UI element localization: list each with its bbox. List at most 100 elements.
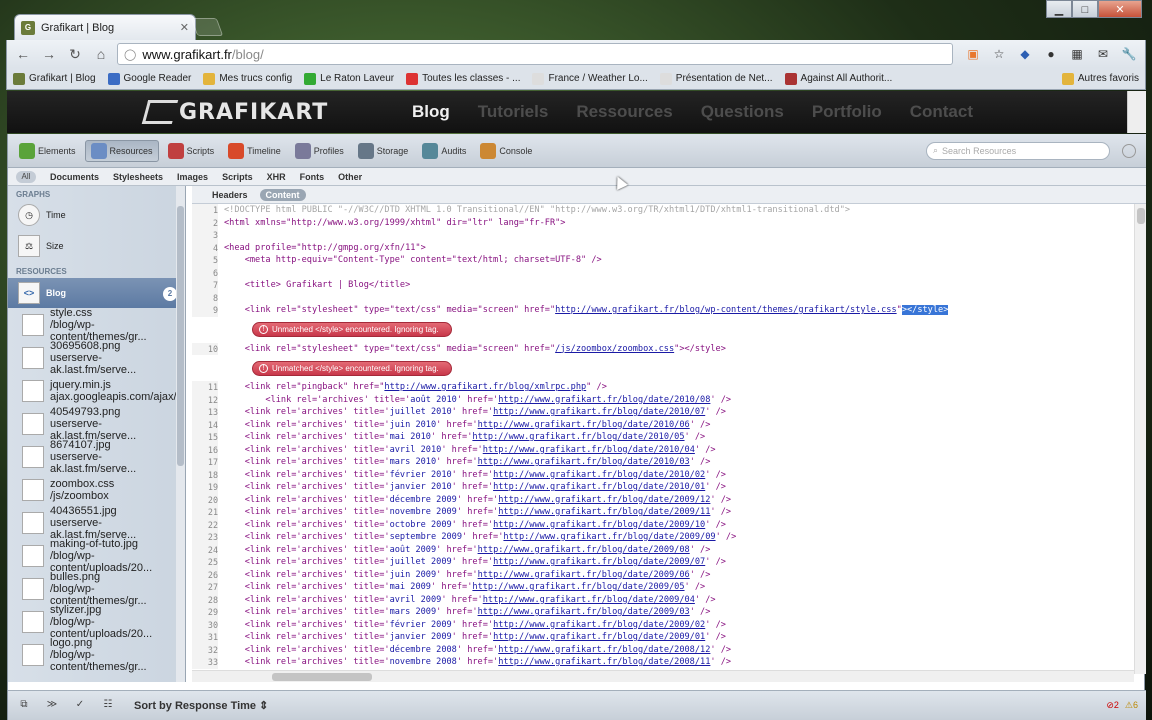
- rss-icon[interactable]: ▣: [963, 44, 983, 64]
- search-resources-input[interactable]: ⌕ Search Resources: [926, 141, 1110, 160]
- filter-documents[interactable]: Documents: [50, 172, 99, 182]
- bookmark-item[interactable]: Le Raton Laveur: [304, 72, 394, 85]
- close-tab-icon[interactable]: ✕: [180, 21, 189, 34]
- archive-link[interactable]: http://www.grafikart.fr/blog/date/2009/0…: [472, 582, 684, 592]
- archive-link[interactable]: http://www.grafikart.fr/blog/date/2009/1…: [498, 495, 710, 505]
- nav-link-questions[interactable]: Questions: [701, 102, 784, 122]
- reload-icon[interactable]: ↻: [65, 44, 85, 64]
- archive-link[interactable]: http://www.grafikart.fr/blog/date/2009/0…: [478, 570, 690, 580]
- bookmark-item[interactable]: Présentation de Net...: [659, 72, 773, 85]
- archive-link[interactable]: http://www.grafikart.fr/blog/date/2010/0…: [493, 482, 705, 492]
- bookmark-item[interactable]: Mes trucs config: [203, 72, 292, 85]
- bookmark-item[interactable]: Google Reader: [107, 72, 191, 85]
- resource-item-blog[interactable]: <> Blog 2: [8, 278, 185, 308]
- home-icon[interactable]: ⌂: [91, 44, 111, 64]
- panel-tab-console[interactable]: Console: [475, 140, 537, 162]
- stylesheet-link[interactable]: http://www.grafikart.fr/blog/wp-content/…: [555, 305, 896, 315]
- filter-all-button[interactable]: All: [16, 170, 36, 183]
- devtools-close-icon[interactable]: [1122, 143, 1136, 158]
- archive-link[interactable]: http://www.grafikart.fr/blog/date/2010/0…: [478, 457, 690, 467]
- page-scrollbar[interactable]: [1127, 91, 1146, 133]
- source-vertical-scrollbar[interactable]: [1134, 204, 1146, 674]
- address-bar[interactable]: ◯ www.grafikart.fr/blog/: [117, 43, 953, 65]
- resource-item[interactable]: making-of-tuto.jpg/blog/wp-content/uploa…: [8, 538, 185, 574]
- sidebar-scroll-thumb[interactable]: [177, 206, 184, 466]
- resource-item[interactable]: 30695608.png userserve-ak.last.fm/serve..…: [8, 340, 185, 376]
- maximize-icon[interactable]: □: [1072, 0, 1098, 18]
- nav-link-blog[interactable]: Blog: [412, 102, 450, 122]
- pingback-link[interactable]: http://www.grafikart.fr/blog/xmlrpc.php: [384, 382, 586, 392]
- enable-resource-tracking-icon[interactable]: ✓: [72, 699, 88, 713]
- resource-item[interactable]: 40436551.jpg userserve-ak.last.fm/serve..…: [8, 505, 185, 541]
- nav-link-portfolio[interactable]: Portfolio: [812, 102, 882, 122]
- archive-link[interactable]: http://www.grafikart.fr/blog/date/2010/0…: [472, 432, 684, 442]
- panel-tab-timeline[interactable]: Timeline: [223, 140, 286, 162]
- filter-fonts[interactable]: Fonts: [300, 172, 325, 182]
- bookmark-item[interactable]: Toutes les classes - ...: [406, 72, 520, 85]
- extension-dark-icon[interactable]: ●: [1041, 44, 1061, 64]
- source-horizontal-scrollbar[interactable]: [192, 670, 1134, 682]
- filter-scripts[interactable]: Scripts: [222, 172, 253, 182]
- tab-content[interactable]: Content: [259, 188, 306, 201]
- nav-link-ressources[interactable]: Ressources: [576, 102, 672, 122]
- tab-headers[interactable]: Headers: [206, 189, 254, 201]
- archive-link[interactable]: http://www.grafikart.fr/blog/date/2010/0…: [493, 407, 705, 417]
- extension-icon[interactable]: ◆: [1015, 44, 1035, 64]
- bookmark-item[interactable]: France / Weather Lo...: [532, 72, 648, 85]
- nav-link-contact[interactable]: Contact: [910, 102, 973, 122]
- dock-icon[interactable]: ⧉: [16, 699, 32, 713]
- archive-link[interactable]: http://www.grafikart.fr/blog/date/2010/0…: [483, 445, 695, 455]
- bookmark-item[interactable]: Grafikart | Blog: [13, 72, 96, 85]
- vertical-scroll-thumb[interactable]: [1137, 208, 1145, 224]
- archive-link[interactable]: http://www.grafikart.fr/blog/date/2009/1…: [498, 507, 710, 517]
- filter-stylesheets[interactable]: Stylesheets: [113, 172, 163, 182]
- error-warning-counts[interactable]: ⊘2 ⚠6: [1106, 700, 1138, 711]
- wrench-icon[interactable]: 🔧: [1119, 44, 1139, 64]
- sidebar-scrollbar[interactable]: [176, 186, 185, 682]
- archive-link[interactable]: http://www.grafikart.fr/blog/date/2010/0…: [478, 420, 690, 430]
- stylesheet-link[interactable]: /js/zoombox/zoombox.css: [555, 344, 674, 354]
- filter-images[interactable]: Images: [177, 172, 208, 182]
- archive-link[interactable]: http://www.grafikart.fr/blog/date/2010/0…: [498, 395, 710, 405]
- console-toggle-icon[interactable]: ≫: [44, 699, 60, 713]
- forward-arrow-icon[interactable]: →: [39, 44, 59, 64]
- archive-link[interactable]: http://www.grafikart.fr/blog/date/2008/1…: [498, 645, 710, 655]
- mail-icon[interactable]: ✉: [1093, 44, 1113, 64]
- panel-tab-elements[interactable]: Elements: [14, 140, 81, 162]
- resource-item[interactable]: zoombox.css/js/zoombox: [8, 473, 185, 506]
- archive-link[interactable]: http://www.grafikart.fr/blog/date/2009/0…: [478, 545, 690, 555]
- panel-tab-audits[interactable]: Audits: [417, 140, 471, 162]
- nav-link-tutoriels[interactable]: Tutoriels: [478, 102, 549, 122]
- filter-xhr[interactable]: XHR: [267, 172, 286, 182]
- archive-link[interactable]: http://www.grafikart.fr/blog/date/2008/1…: [498, 657, 710, 667]
- site-logo[interactable]: GRAFIKART: [141, 100, 328, 125]
- extension-window-icon[interactable]: ▦: [1067, 44, 1087, 64]
- archive-link[interactable]: http://www.grafikart.fr/blog/date/2009/0…: [493, 557, 705, 567]
- resource-item[interactable]: stylizer.jpg/blog/wp-content/uploads/20.…: [8, 604, 185, 640]
- resource-item[interactable]: 8674107.jpg userserve-ak.last.fm/serve...: [8, 439, 185, 475]
- other-bookmarks[interactable]: Autres favoris: [1061, 72, 1139, 85]
- bookmark-item[interactable]: Against All Authorit...: [784, 72, 892, 85]
- minimize-icon[interactable]: ▁: [1046, 0, 1072, 18]
- source-view[interactable]: 1 <!DOCTYPE html PUBLIC "-//W3C//DTD XHTM…: [192, 204, 1134, 674]
- archive-link[interactable]: http://www.grafikart.fr/blog/date/2009/1…: [493, 520, 705, 530]
- resource-item[interactable]: style.css/blog/wp-content/themes/gr...: [8, 307, 185, 343]
- back-arrow-icon[interactable]: ←: [13, 44, 33, 64]
- close-window-icon[interactable]: ✕: [1098, 0, 1142, 18]
- horizontal-scroll-thumb[interactable]: [272, 673, 372, 681]
- archive-link[interactable]: http://www.grafikart.fr/blog/date/2009/0…: [503, 532, 715, 542]
- large-rows-icon[interactable]: ☷: [100, 699, 116, 713]
- archive-link[interactable]: http://www.grafikart.fr/blog/date/2009/0…: [478, 607, 690, 617]
- panel-tab-profiles[interactable]: Profiles: [290, 140, 349, 162]
- resource-item[interactable]: bulles.png/blog/wp-content/themes/gr...: [8, 571, 185, 607]
- resource-item[interactable]: logo.png/blog/wp-content/themes/gr...: [8, 637, 185, 673]
- panel-tab-scripts[interactable]: Scripts: [163, 140, 220, 162]
- browser-tab[interactable]: G Grafikart | Blog ✕: [14, 14, 196, 40]
- archive-link[interactable]: http://www.grafikart.fr/blog/date/2009/0…: [493, 632, 705, 642]
- archive-link[interactable]: http://www.grafikart.fr/blog/date/2009/0…: [483, 595, 695, 605]
- star-icon[interactable]: ☆: [989, 44, 1009, 64]
- graph-size-item[interactable]: ⚖ Size: [8, 229, 185, 263]
- filter-other[interactable]: Other: [338, 172, 362, 182]
- panel-tab-storage[interactable]: Storage: [353, 140, 414, 162]
- resource-item[interactable]: 40549793.png userserve-ak.last.fm/serve..…: [8, 406, 185, 442]
